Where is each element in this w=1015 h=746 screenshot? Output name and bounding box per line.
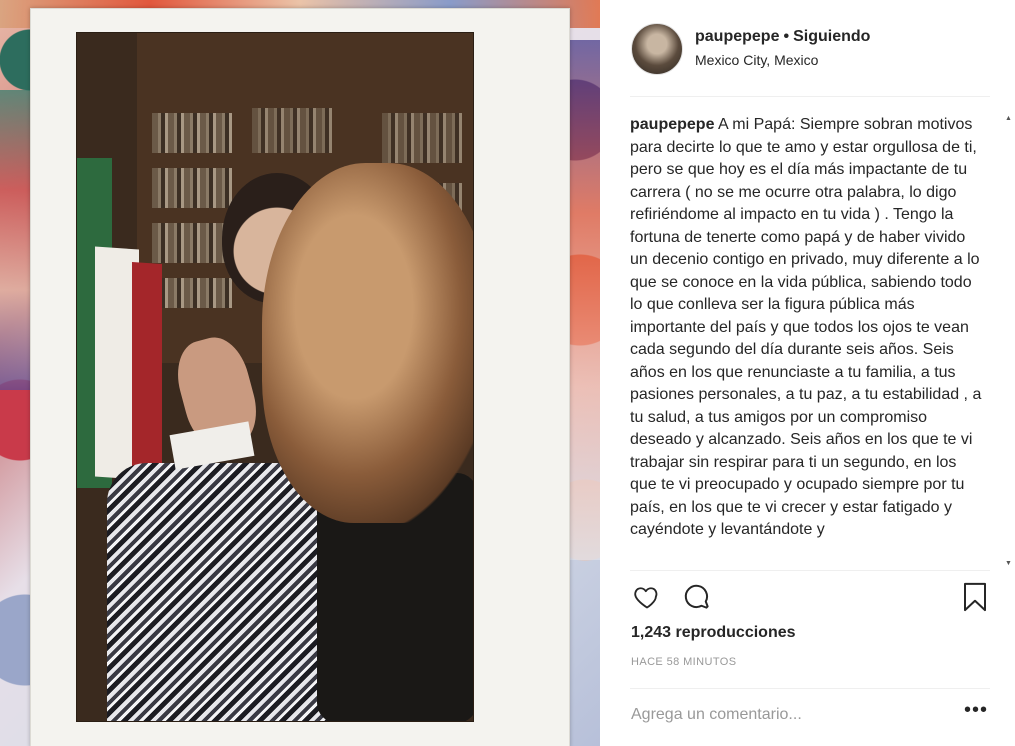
bookmark-icon: [964, 582, 986, 612]
books: [382, 113, 462, 163]
comment-input[interactable]: [631, 701, 931, 729]
scroll-up-arrow-icon[interactable]: ▲: [1004, 114, 1013, 123]
location-link[interactable]: Mexico City, Mexico: [695, 52, 818, 68]
comment-button[interactable]: [680, 580, 714, 614]
scroll-down-arrow-icon[interactable]: ▼: [1004, 559, 1013, 568]
caption-scrollbar[interactable]: ▲ ▼: [1004, 114, 1013, 568]
post-header: paupepepe • Siguiendo Mexico City, Mexico: [600, 0, 1015, 96]
separator-dot: •: [783, 28, 790, 45]
divider: [630, 688, 990, 689]
divider: [630, 96, 990, 97]
caption-username-link[interactable]: paupepepe: [630, 116, 714, 133]
video-frame[interactable]: [76, 32, 474, 722]
username-row: paupepepe • Siguiendo: [695, 28, 870, 46]
books: [152, 278, 232, 308]
books: [152, 223, 232, 263]
divider: [630, 570, 990, 571]
polaroid-frame: [30, 8, 570, 746]
avatar[interactable]: [631, 23, 683, 75]
post-timestamp[interactable]: HACE 58 MINUTOS: [631, 656, 736, 668]
woman-hair: [262, 163, 473, 523]
save-button[interactable]: [958, 580, 992, 614]
follow-status-button[interactable]: Siguiendo: [793, 28, 870, 45]
post-side-panel: paupepepe • Siguiendo Mexico City, Mexico …: [600, 0, 1015, 746]
comment-icon: [684, 584, 709, 609]
more-options-icon[interactable]: •••: [962, 700, 990, 725]
caption-text: A mi Papá: Siempre sobran motivos para d…: [630, 116, 982, 538]
like-button[interactable]: [630, 580, 664, 614]
views-count[interactable]: 1,243 reproducciones: [631, 624, 796, 642]
heart-icon: [634, 587, 658, 609]
caption: paupepepe A mi Papá: Siempre sobran moti…: [630, 114, 982, 542]
post-media[interactable]: [0, 0, 600, 746]
username-link[interactable]: paupepepe: [695, 28, 779, 45]
books: [152, 168, 232, 208]
action-bar: [630, 580, 992, 616]
mexican-flag: [132, 261, 162, 485]
books: [252, 108, 332, 153]
books: [152, 113, 232, 153]
caption-container[interactable]: paupepepe A mi Papá: Siempre sobran moti…: [630, 114, 982, 568]
